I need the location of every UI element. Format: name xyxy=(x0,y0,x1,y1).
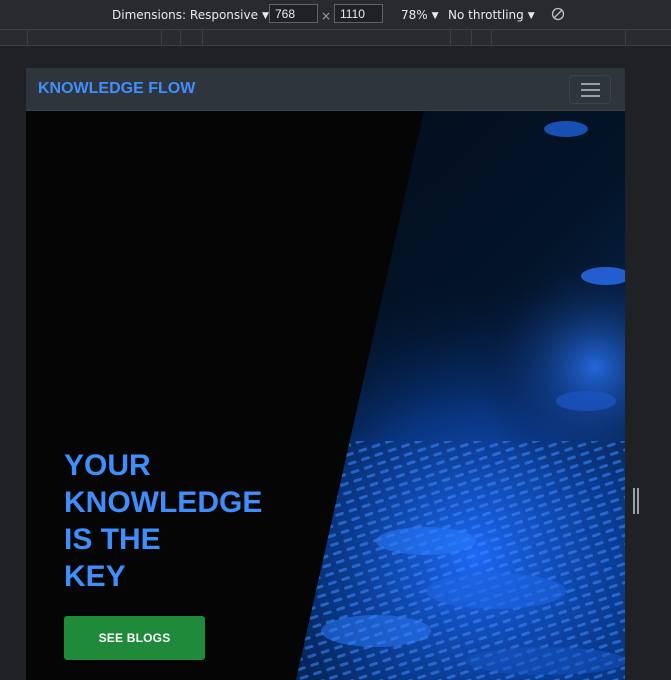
hamburger-menu-icon xyxy=(581,83,600,85)
zoom-dropdown[interactable]: 78% ▼ xyxy=(401,8,439,22)
dimensions-label: Dimensions: Responsive xyxy=(112,8,258,22)
headline-line: YOUR xyxy=(64,449,151,482)
see-blogs-button[interactable]: SEE BLOGS xyxy=(64,616,205,660)
caret-down-icon: ▼ xyxy=(431,11,439,21)
hero-headline: YOUR KNOWLEDGE IS THE KEY xyxy=(64,447,262,595)
headline-line: KEY xyxy=(64,560,126,593)
width-input[interactable] xyxy=(269,4,318,23)
throttling-label: No throttling xyxy=(448,8,524,22)
navbar: KNOWLEDGE FLOW xyxy=(26,68,625,111)
hero-section: YOUR KNOWLEDGE IS THE KEY SEE BLOGS xyxy=(26,111,625,680)
caret-down-icon: ▼ xyxy=(527,11,535,21)
emulated-page: KNOWLEDGE FLOW YOUR KNOWLEDGE IS THE KEY… xyxy=(26,68,625,680)
zoom-label: 78% xyxy=(401,8,428,22)
caret-down-icon: ▼ xyxy=(261,11,269,21)
media-query-ruler xyxy=(0,30,671,46)
resize-handle-icon[interactable] xyxy=(633,488,639,514)
height-input[interactable] xyxy=(334,4,383,23)
times-symbol: × xyxy=(321,9,332,23)
throttling-dropdown[interactable]: No throttling ▼ xyxy=(448,8,535,22)
dimensions-dropdown[interactable]: Dimensions: Responsive ▼ xyxy=(112,8,269,22)
rotate-icon[interactable] xyxy=(551,7,565,21)
hamburger-menu-button[interactable] xyxy=(569,75,611,104)
headline-line: KNOWLEDGE xyxy=(64,486,263,519)
brand-link[interactable]: KNOWLEDGE FLOW xyxy=(38,80,195,98)
devtools-device-toolbar: Dimensions: Responsive▼ × 78%▼ No thrott… xyxy=(0,0,671,30)
headline-line: IS THE xyxy=(64,523,161,556)
